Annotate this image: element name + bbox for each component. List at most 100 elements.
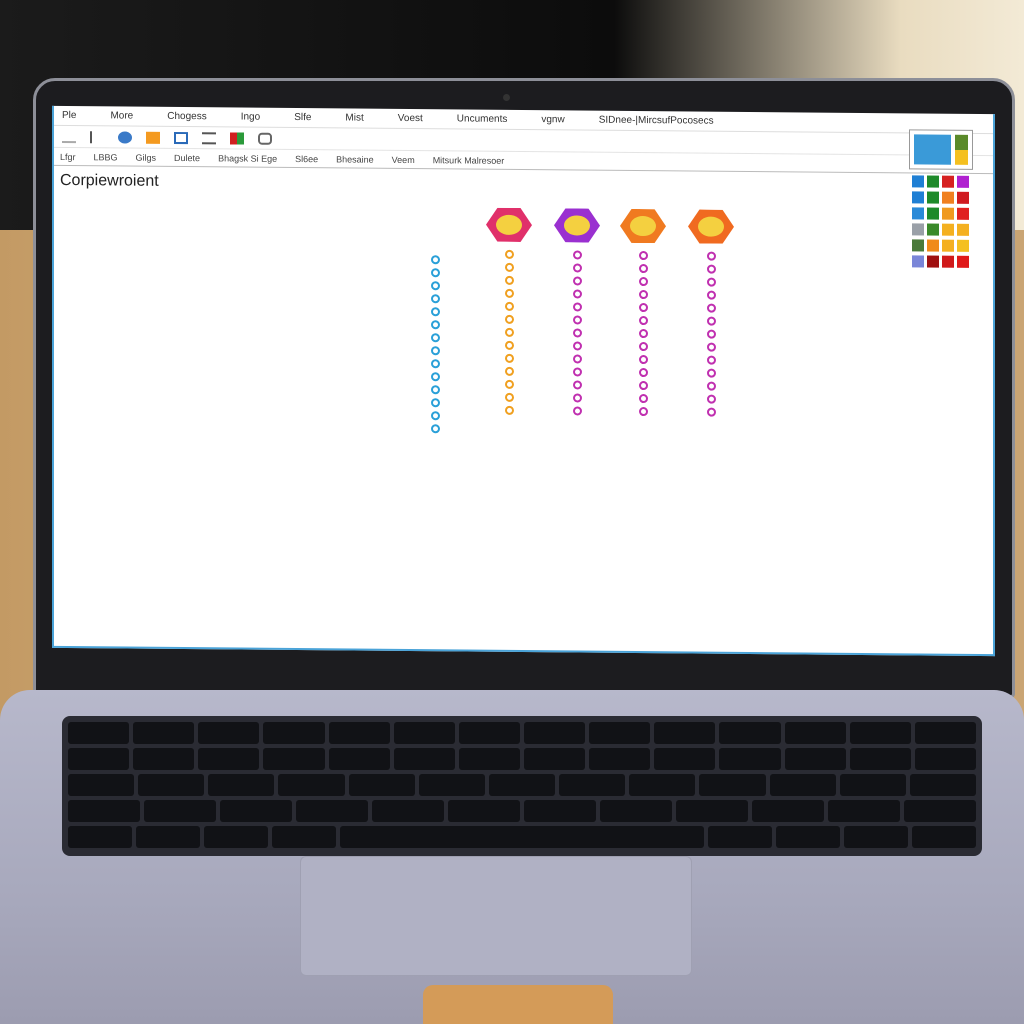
keyboard-key[interactable] xyxy=(198,748,260,770)
menu-item[interactable]: Voest xyxy=(398,113,423,124)
keyboard-key[interactable] xyxy=(909,774,977,796)
keyboard-key[interactable] xyxy=(719,722,781,744)
keyboard-key[interactable] xyxy=(263,722,325,744)
toolbar-dropdown[interactable]: LBBG xyxy=(94,152,118,162)
keyboard-key[interactable] xyxy=(272,826,336,848)
keyboard-key[interactable] xyxy=(208,774,275,796)
keyboard-key[interactable] xyxy=(68,774,135,796)
color-swatch[interactable] xyxy=(957,255,969,268)
keyboard-key[interactable] xyxy=(559,774,626,796)
keyboard-key[interactable] xyxy=(348,774,415,796)
color-swatch[interactable] xyxy=(957,191,969,204)
color-swatch[interactable] xyxy=(927,223,939,236)
keyboard-key[interactable] xyxy=(448,800,520,822)
menu-item[interactable]: vgnw xyxy=(541,114,564,125)
toolbar-dropdown[interactable]: Mitsurk Malresoer xyxy=(433,155,505,166)
keyboard-key[interactable] xyxy=(393,722,455,744)
badge-icon[interactable] xyxy=(486,208,532,242)
color-swatch[interactable] xyxy=(912,239,924,252)
keyboard-key[interactable] xyxy=(458,748,520,770)
keyboard-key[interactable] xyxy=(752,800,824,822)
keyboard-key[interactable] xyxy=(138,774,205,796)
color-swatch[interactable] xyxy=(957,223,969,236)
layout-icon[interactable] xyxy=(174,131,188,144)
color-swatch[interactable] xyxy=(942,191,954,204)
color-swatch[interactable] xyxy=(942,255,954,268)
keyboard-key[interactable] xyxy=(914,722,976,744)
highlight-icon[interactable] xyxy=(146,131,160,144)
keyboard-key[interactable] xyxy=(523,722,586,744)
keyboard-key[interactable] xyxy=(198,722,260,744)
badge-icon[interactable] xyxy=(554,208,600,242)
keyboard-key[interactable] xyxy=(328,722,390,744)
keyboard-key[interactable] xyxy=(708,826,772,848)
color-swatch[interactable] xyxy=(942,207,954,220)
keyboard-key[interactable] xyxy=(600,800,672,822)
keyboard-key[interactable] xyxy=(263,748,325,770)
keyboard-key[interactable] xyxy=(589,748,651,770)
color-swatch[interactable] xyxy=(927,207,939,220)
keyboard-key[interactable] xyxy=(699,774,766,796)
color-swatch[interactable] xyxy=(927,255,939,268)
menu-item[interactable]: Ingo xyxy=(241,112,260,123)
keyboard-key[interactable] xyxy=(654,748,716,770)
color-swatch[interactable] xyxy=(912,175,924,188)
toolbar-dropdown[interactable]: Gilgs xyxy=(136,152,157,162)
keyboard-key[interactable] xyxy=(144,800,216,822)
keyboard-key[interactable] xyxy=(769,774,836,796)
keyboard-key[interactable] xyxy=(524,800,596,822)
keyboard-key[interactable] xyxy=(296,800,368,822)
paragraph-icon[interactable] xyxy=(90,130,104,143)
keyboard-key[interactable] xyxy=(523,748,586,770)
menu-item[interactable]: SIDnee-|MircsufPocosecs xyxy=(599,115,714,127)
keyboard-key[interactable] xyxy=(133,748,195,770)
menu-item[interactable]: Chogess xyxy=(167,111,206,122)
keyboard-key[interactable] xyxy=(776,826,840,848)
keyboard-key[interactable] xyxy=(844,826,908,848)
toolbar-dropdown[interactable]: Dulete xyxy=(174,152,200,162)
color-swatch[interactable] xyxy=(912,207,924,220)
keyboard-key[interactable] xyxy=(204,826,268,848)
keyboard-key[interactable] xyxy=(676,800,748,822)
color-swatch[interactable] xyxy=(927,239,939,252)
keyboard-key[interactable] xyxy=(278,774,345,796)
keyboard-key[interactable] xyxy=(68,748,130,770)
badge-icon[interactable] xyxy=(688,209,734,243)
thumbnail-preview[interactable] xyxy=(909,129,973,170)
keyboard-key[interactable] xyxy=(849,722,911,744)
color-swatch[interactable] xyxy=(942,239,954,252)
keyboard-key[interactable] xyxy=(719,748,781,770)
color-swatch[interactable] xyxy=(957,207,969,220)
color-swatch[interactable] xyxy=(957,239,969,252)
keyboard-key[interactable] xyxy=(136,826,200,848)
menu-item[interactable]: Slfe xyxy=(294,112,311,123)
color-swatch[interactable] xyxy=(927,191,939,204)
badge-icon[interactable] xyxy=(620,209,666,243)
keyboard-key[interactable] xyxy=(68,826,132,848)
toolbar-dropdown[interactable]: Sl6ee xyxy=(295,154,318,164)
keyboard-key[interactable] xyxy=(488,774,556,796)
keyboard-key[interactable] xyxy=(220,800,292,822)
menu-item[interactable]: More xyxy=(110,110,133,121)
keyboard-key[interactable] xyxy=(914,748,976,770)
keyboard-key[interactable] xyxy=(418,774,485,796)
keyboard-key[interactable] xyxy=(372,800,444,822)
scissors-icon[interactable] xyxy=(118,130,132,144)
font-icon[interactable] xyxy=(62,130,76,143)
chart-icon[interactable] xyxy=(230,131,244,145)
keyboard-key[interactable] xyxy=(912,826,976,848)
toolbar-dropdown[interactable]: Bhagsk Si Ege xyxy=(218,153,277,164)
keyboard-key[interactable] xyxy=(629,774,696,796)
toolbar-dropdown[interactable]: Bhesaine xyxy=(336,154,374,164)
keyboard-key[interactable] xyxy=(828,800,900,822)
keyboard-key[interactable] xyxy=(839,774,906,796)
color-swatch[interactable] xyxy=(912,191,924,204)
toolbar-dropdown[interactable]: Veem xyxy=(392,154,415,164)
keyboard-key[interactable] xyxy=(849,748,911,770)
keyboard-key[interactable] xyxy=(784,748,846,770)
color-swatch[interactable] xyxy=(912,255,924,268)
toolbar-dropdown[interactable]: Lfgr xyxy=(60,151,76,161)
keyboard-key[interactable] xyxy=(784,722,846,744)
color-swatch[interactable] xyxy=(942,223,954,236)
color-swatch[interactable] xyxy=(957,175,969,188)
